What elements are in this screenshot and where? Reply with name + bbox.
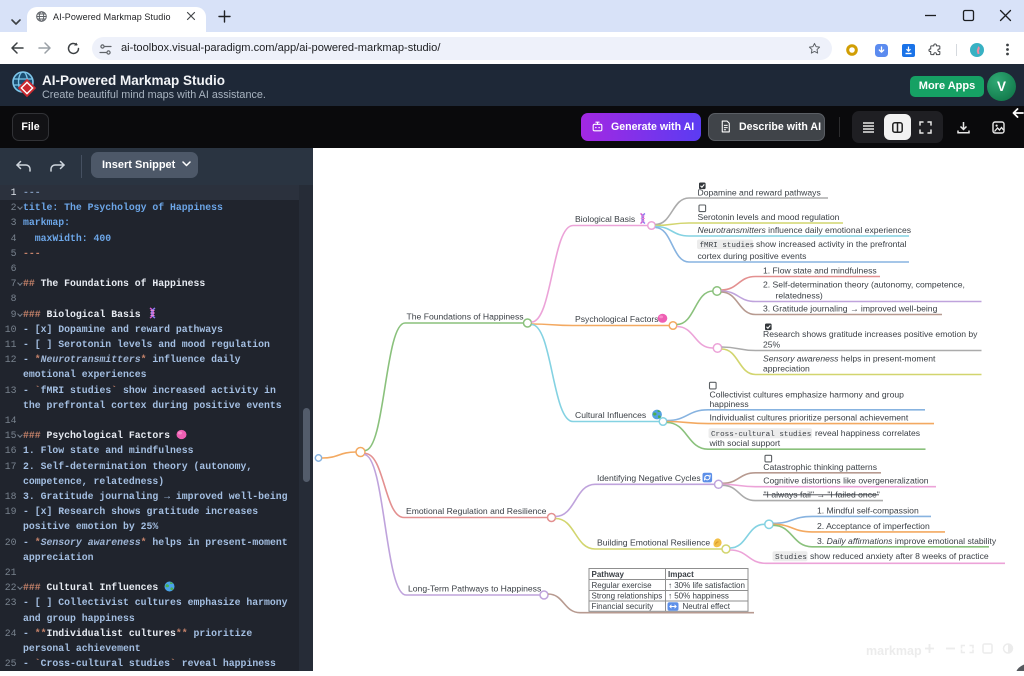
svg-text:2. Acceptance of imperfection: 2. Acceptance of imperfection bbox=[817, 521, 930, 531]
svg-text:Serotonin levels and mood regu: Serotonin levels and mood regulation bbox=[698, 212, 840, 222]
svg-text:Financial security: Financial security bbox=[592, 602, 654, 611]
svg-text:reveal happiness correlates: reveal happiness correlates bbox=[815, 428, 920, 438]
svg-text:show reduced anxiety after 8 w: show reduced anxiety after 8 weeks of pr… bbox=[810, 551, 989, 561]
svg-text:show increased activity in the: show increased activity in the prefronta… bbox=[756, 239, 907, 249]
svg-text:Building Emotional Resilience: Building Emotional Resilience bbox=[597, 538, 710, 548]
svg-text:Identifying Negative Cycles: Identifying Negative Cycles bbox=[597, 473, 701, 483]
svg-text:Neutral effect: Neutral effect bbox=[683, 602, 731, 611]
svg-text:Collectivist cultures emphasiz: Collectivist cultures emphasize harmony … bbox=[710, 389, 905, 399]
svg-text:Impact: Impact bbox=[668, 570, 694, 579]
svg-text:2. Self-determination theory (: 2. Self-determination theory (autonomy, … bbox=[763, 280, 965, 290]
svg-text:fMRI studies: fMRI studies bbox=[700, 242, 755, 250]
svg-text:Dopamine and reward pathways: Dopamine and reward pathways bbox=[698, 187, 821, 197]
svg-text:appreciation: appreciation bbox=[763, 363, 810, 373]
svg-text:cortex during positive events: cortex during positive events bbox=[698, 251, 807, 261]
svg-text:↑ 30% life satisfaction: ↑ 30% life satisfaction bbox=[668, 581, 745, 590]
svg-text:Long-Term Pathways to Happines: Long-Term Pathways to Happiness bbox=[408, 584, 541, 594]
svg-text:markmap: markmap bbox=[866, 644, 922, 658]
svg-text:3. Gratitude journaling → impr: 3. Gratitude journaling → improved well-… bbox=[763, 303, 938, 313]
svg-text:Research shows gratitude incre: Research shows gratitude increases posit… bbox=[763, 329, 978, 339]
svg-text:25%: 25% bbox=[763, 339, 781, 349]
svg-text:Regular exercise: Regular exercise bbox=[592, 581, 653, 590]
svg-text:Individualist cultures priorit: Individualist cultures prioritize person… bbox=[710, 412, 909, 422]
svg-text:The Foundations of Happiness: The Foundations of Happiness bbox=[407, 312, 524, 322]
svg-text:Cognitive distortions like ove: Cognitive distortions like overgeneraliz… bbox=[763, 476, 928, 486]
svg-text:Strong relationships: Strong relationships bbox=[592, 592, 663, 601]
svg-text:↑ 50% happiness: ↑ 50% happiness bbox=[668, 592, 729, 601]
svg-text:Sensory awareness helps in pre: Sensory awareness helps in present-momen… bbox=[763, 354, 936, 364]
svg-text:3. Daily affirmations improve: 3. Daily affirmations improve emotional … bbox=[817, 536, 997, 546]
svg-text:Psychological Factors: Psychological Factors bbox=[575, 314, 659, 324]
svg-text:relatedness): relatedness) bbox=[776, 290, 823, 300]
svg-text:Emotional Regulation and Resil: Emotional Regulation and Resilience bbox=[406, 506, 547, 516]
svg-text:Catastrophic thinking patterns: Catastrophic thinking patterns bbox=[763, 462, 877, 472]
svg-text:Pathway: Pathway bbox=[592, 570, 625, 579]
svg-text:happiness: happiness bbox=[710, 399, 749, 409]
svg-text:Cultural Influences: Cultural Influences bbox=[575, 410, 646, 420]
svg-text:Biological Basis: Biological Basis bbox=[575, 214, 635, 224]
svg-text:1. Flow state and mindfulness: 1. Flow state and mindfulness bbox=[763, 266, 877, 276]
svg-text:with social support: with social support bbox=[709, 438, 781, 448]
svg-text:Neurotransmitters influence da: Neurotransmitters influence daily emotio… bbox=[698, 225, 912, 235]
svg-text:1. Mindful self-compassion: 1. Mindful self-compassion bbox=[817, 505, 919, 515]
svg-text:Studies: Studies bbox=[775, 554, 807, 562]
